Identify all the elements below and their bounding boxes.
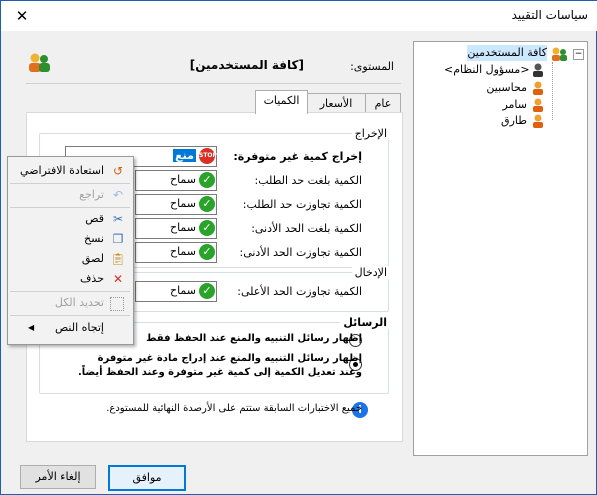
tree-item-accountants[interactable]: محاسبين bbox=[486, 80, 527, 96]
output-row-value: منع bbox=[173, 149, 196, 162]
output-min-exceeded-select[interactable]: ✓ سماح bbox=[135, 242, 217, 263]
input-row-value: سماح bbox=[169, 284, 196, 297]
submenu-arrow-icon: ◀ bbox=[28, 323, 35, 332]
output-group-title: الإخراج bbox=[351, 127, 390, 140]
window-title: سياسات التقييد bbox=[511, 8, 588, 22]
users-group-icon bbox=[29, 53, 50, 72]
menu-separator bbox=[10, 207, 130, 208]
user-icon bbox=[533, 98, 543, 112]
messages-option2-label-cont[interactable]: وعند تعديل الكمية إلى كمية غير متوفرة وع… bbox=[78, 367, 362, 378]
output-row-value: سماح bbox=[169, 197, 196, 210]
menu-item-restore-default[interactable]: ↺ استعادة الافتراضي bbox=[10, 161, 130, 181]
messages-option1-label[interactable]: إظهار رسائل التنبيه والمنع عند الحفظ فقط bbox=[146, 333, 362, 344]
divider bbox=[26, 83, 401, 84]
input-group-title: الإدخال bbox=[351, 266, 390, 279]
user-icon bbox=[533, 81, 543, 95]
delete-icon: ✕ bbox=[112, 272, 124, 286]
output-reorder-reached-select[interactable]: ✓ سماح bbox=[135, 170, 217, 191]
messages-group-title: الرسائل bbox=[340, 316, 390, 329]
level-value: [كافة المستخدمين] bbox=[189, 58, 304, 72]
menu-item-delete[interactable]: ✕ حذف bbox=[10, 269, 130, 289]
output-row-value: سماح bbox=[169, 245, 196, 258]
tree-item-tariq[interactable]: طارق bbox=[501, 113, 527, 129]
cut-icon: ✂ bbox=[112, 212, 124, 226]
output-row-label: الكمية بلغت الحد الأدنى: bbox=[251, 222, 362, 235]
messages-option2-label[interactable]: إظهار رسائل التنبيه والمنع عند إدراج ماد… bbox=[98, 353, 362, 364]
info-text: جميع الاختبارات السابقة ستتم على الأرصدة… bbox=[106, 403, 362, 414]
input-row-label: الكمية تجاوزت الحد الأعلى: bbox=[237, 285, 362, 298]
menu-item-cut[interactable]: ✂ قص bbox=[10, 209, 130, 229]
menu-separator bbox=[10, 291, 130, 292]
title-bar: سياسات التقييد ✕ bbox=[1, 1, 597, 31]
output-min-reached-select[interactable]: ✓ سماح bbox=[135, 218, 217, 239]
stop-icon: STOP bbox=[199, 148, 217, 164]
restore-icon: ↺ bbox=[112, 164, 124, 178]
admin-user-icon bbox=[533, 63, 543, 77]
check-icon: ✓ bbox=[199, 283, 215, 299]
cancel-button[interactable]: إلغاء الأمر bbox=[20, 465, 96, 489]
input-max-exceeded-select[interactable]: ✓ سماح bbox=[135, 281, 217, 302]
output-row-value: سماح bbox=[169, 173, 196, 186]
menu-item-undo: ↶ تراجع bbox=[10, 185, 130, 205]
output-row-label: الكمية تجاوزت حد الطلب: bbox=[242, 198, 362, 211]
check-icon: ✓ bbox=[199, 244, 215, 260]
menu-item-select-all: تحديد الكل bbox=[10, 293, 130, 313]
output-reorder-exceeded-select[interactable]: ✓ سماح bbox=[135, 194, 217, 215]
paste-icon: 📋︎ bbox=[110, 252, 126, 266]
menu-separator bbox=[10, 315, 130, 316]
user-icon bbox=[533, 114, 543, 128]
tree-item-samer[interactable]: سامر bbox=[502, 97, 527, 113]
check-icon: ✓ bbox=[199, 172, 215, 188]
output-row-label: إخراج كمية غير متوفرة: bbox=[233, 150, 362, 163]
menu-item-paste[interactable]: 📋︎ لصق bbox=[10, 249, 130, 269]
menu-item-text-direction[interactable]: ◀ إتجاه النص bbox=[10, 318, 130, 338]
tab-general[interactable]: عام bbox=[365, 93, 401, 114]
check-icon: ✓ bbox=[199, 220, 215, 236]
copy-icon: ❐ bbox=[112, 232, 124, 246]
check-icon: ✓ bbox=[199, 196, 215, 212]
collapse-icon[interactable]: − bbox=[573, 49, 584, 60]
users-tree-panel[interactable]: − كافة المستخدمين <مسؤول النظام> محاسبين… bbox=[413, 41, 588, 456]
undo-icon: ↶ bbox=[112, 188, 124, 202]
tree-root-all-users[interactable]: كافة المستخدمين bbox=[467, 45, 547, 61]
tree-item-admin[interactable]: <مسؤول النظام> bbox=[444, 62, 530, 78]
output-row-label: الكمية بلغت حد الطلب: bbox=[254, 174, 362, 187]
select-all-icon bbox=[110, 297, 124, 311]
output-row-label: الكمية تجاوزت الحد الأدنى: bbox=[239, 246, 363, 259]
context-menu: ↺ استعادة الافتراضي ↶ تراجع ✂ قص ❐ نسخ 📋… bbox=[7, 156, 134, 345]
close-icon[interactable]: ✕ bbox=[11, 5, 33, 27]
tab-quantities[interactable]: الكميات bbox=[255, 90, 308, 114]
output-row-value: سماح bbox=[169, 221, 196, 234]
level-label: المستوى: bbox=[350, 60, 394, 73]
menu-separator bbox=[10, 183, 130, 184]
ok-button[interactable]: موافق bbox=[108, 465, 186, 491]
tab-prices[interactable]: الأسعار bbox=[306, 93, 366, 114]
dialog-window: سياسات التقييد ✕ − كافة المستخدمين <مسؤو… bbox=[0, 0, 597, 495]
users-group-icon bbox=[552, 47, 567, 61]
menu-item-copy[interactable]: ❐ نسخ bbox=[10, 229, 130, 249]
